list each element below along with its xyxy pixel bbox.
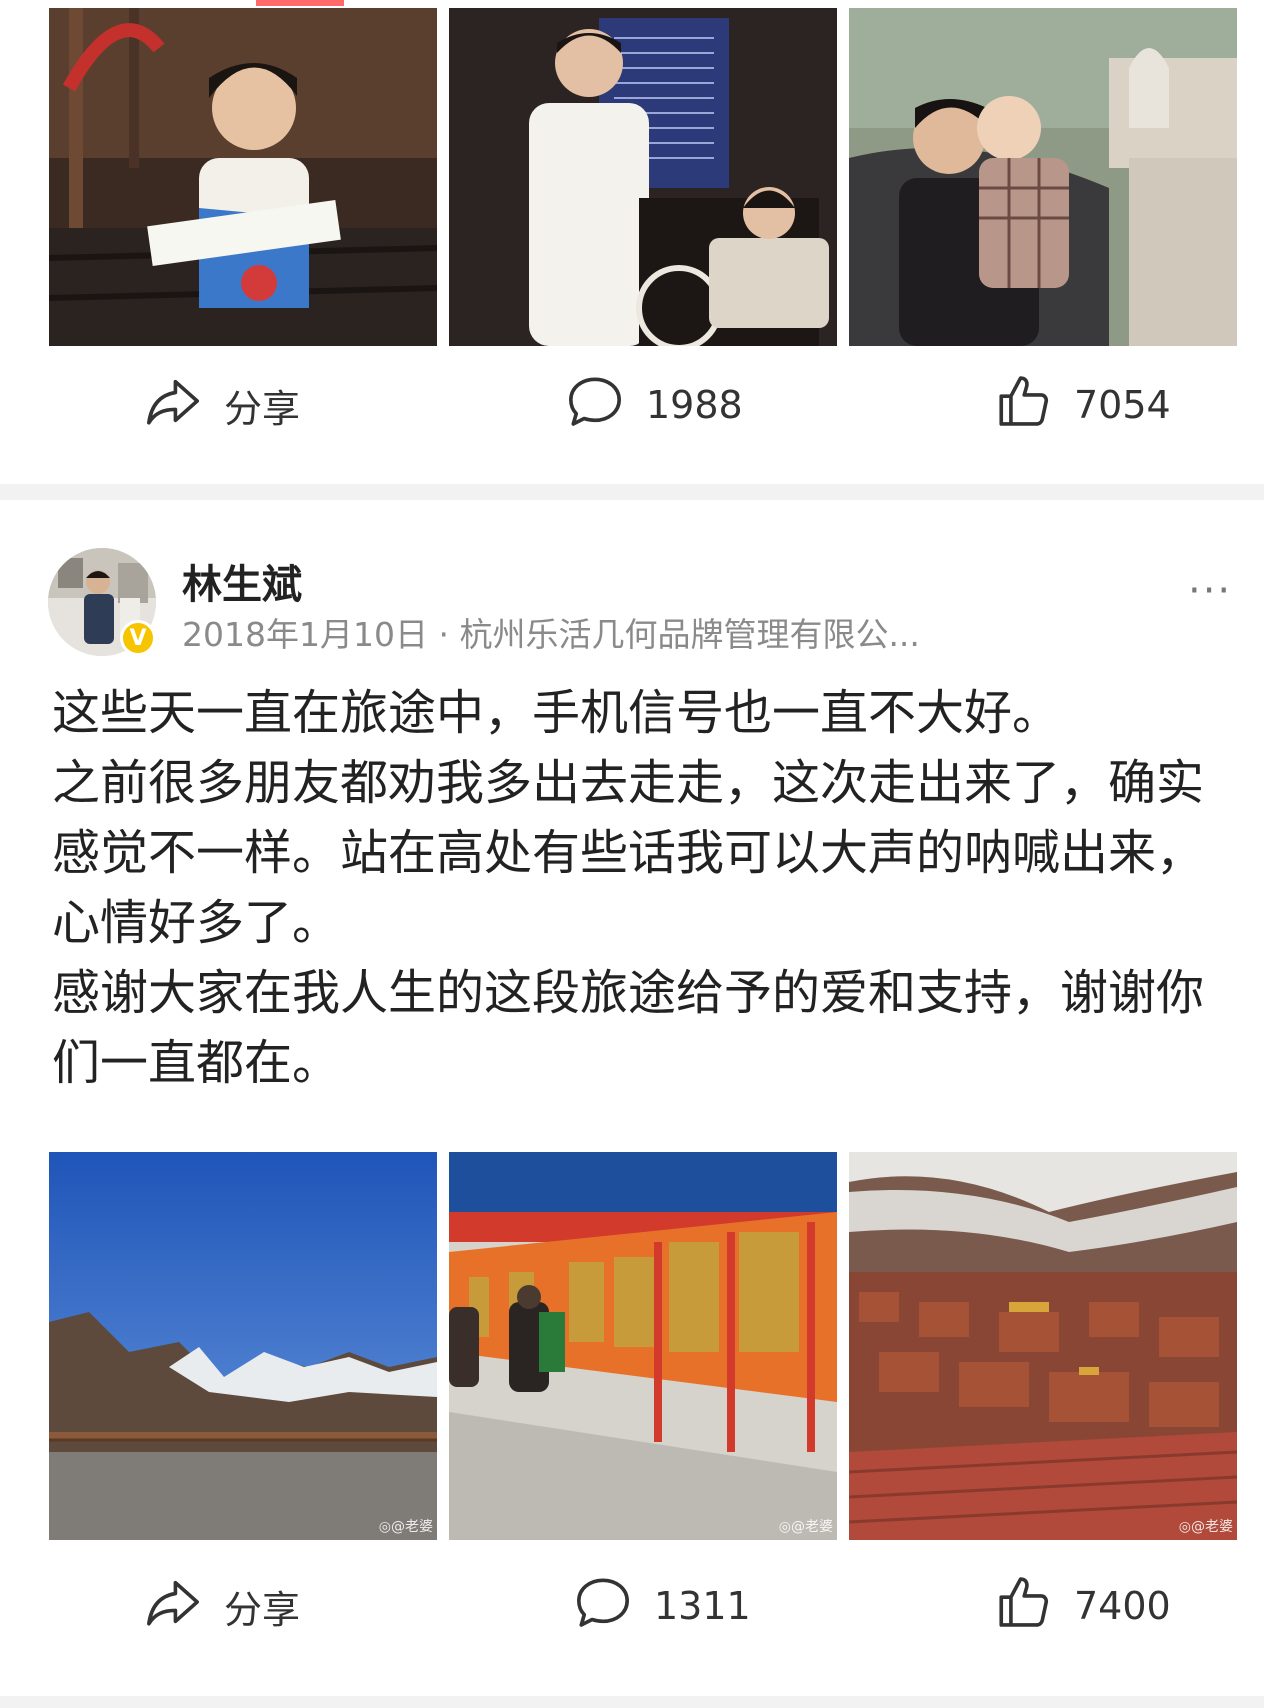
like-count: 7054 <box>1074 383 1171 427</box>
post-text-line-2: 之前很多朋友都劝我多出去走走，这次走出来了，确实感觉不一样。站在高处有些话我可以… <box>52 755 1205 951</box>
post2-image-grid: ◎@老婆 ◎@老婆 ◎@老婆 <box>49 1152 1237 1540</box>
mountain-view-photo[interactable]: ◎@老婆 <box>49 1152 437 1540</box>
share-label: 分享 <box>224 1587 301 1632</box>
post-body: 这些天一直在旅途中，手机信号也一直不大好。 之前很多朋友都劝我多出去走走，这次走… <box>52 678 1222 1098</box>
post-text-line-1: 这些天一直在旅途中，手机信号也一直不大好。 <box>52 685 1061 741</box>
red-houses-valley-photo[interactable]: ◎@老婆 <box>849 1152 1237 1540</box>
post-text-line-3: 感谢大家在我人生的这段旅途给予的爱和支持，谢谢你们一直都在。 <box>52 965 1205 1091</box>
tab-indicator <box>256 0 344 6</box>
like-icon <box>994 1573 1052 1640</box>
comment-icon <box>574 1573 632 1640</box>
author-name[interactable]: 林生斌 <box>182 552 302 610</box>
man-kissing-baby-photo[interactable] <box>849 8 1237 346</box>
comment-button[interactable]: 1988 <box>566 365 743 445</box>
comment-count: 1311 <box>654 1584 751 1628</box>
photo-watermark: ◎@老婆 <box>378 1519 433 1535</box>
post-meta: 2018年1月10日 · 杭州乐活几何品牌管理有限公... <box>182 615 920 654</box>
like-count: 7400 <box>1074 1584 1171 1628</box>
post1-action-bar: 分享 1988 7054 <box>0 365 1264 445</box>
post1-image-grid <box>49 8 1237 346</box>
share-icon <box>144 372 202 439</box>
share-icon <box>144 1573 202 1640</box>
like-button[interactable]: 7054 <box>994 365 1171 445</box>
child-reading-photo[interactable] <box>49 8 437 346</box>
share-button[interactable]: 分享 <box>144 365 300 445</box>
verified-icon: V <box>120 620 156 656</box>
comment-button[interactable]: 1311 <box>574 1566 751 1646</box>
photo-watermark: ◎@老婆 <box>778 1519 833 1535</box>
prayer-wheels-photo[interactable]: ◎@老婆 <box>449 1152 837 1540</box>
share-label: 分享 <box>224 386 301 431</box>
comment-icon <box>566 372 624 439</box>
like-button[interactable]: 7400 <box>994 1566 1171 1646</box>
photo-watermark: ◎@老婆 <box>1178 1519 1233 1535</box>
comment-count: 1988 <box>646 383 743 427</box>
man-and-child-bicycle-photo[interactable] <box>449 8 837 346</box>
more-icon[interactable]: ··· <box>1188 568 1232 614</box>
post-card-1: 分享 1988 7054 <box>0 0 1264 484</box>
like-icon <box>994 372 1052 439</box>
share-button[interactable]: 分享 <box>144 1566 300 1646</box>
post-card-2: V 林生斌 2018年1月10日 · 杭州乐活几何品牌管理有限公... ··· … <box>0 500 1264 1696</box>
post2-action-bar: 分享 1311 7400 <box>0 1566 1264 1646</box>
post-header: V 林生斌 2018年1月10日 · 杭州乐活几何品牌管理有限公... ··· <box>48 548 1248 658</box>
